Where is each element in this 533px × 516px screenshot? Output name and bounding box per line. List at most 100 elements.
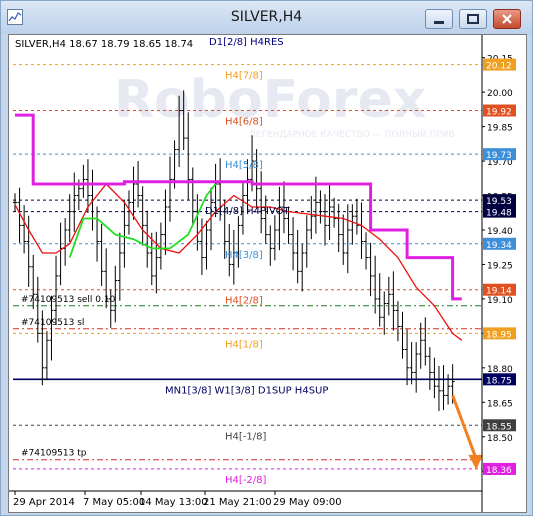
price-bar xyxy=(95,206,100,262)
price-bar xyxy=(195,194,200,251)
price-bar xyxy=(382,291,387,335)
price-bar xyxy=(44,331,49,380)
price-badge: 18.55 xyxy=(483,419,516,432)
price-bar xyxy=(359,202,364,259)
price-bar xyxy=(364,232,369,270)
price-badge-label: 18.55 xyxy=(486,422,512,432)
price-badge-label: 18.36 xyxy=(486,466,512,476)
price-bar xyxy=(163,189,168,255)
price-tick-label: 18.65 xyxy=(487,399,513,409)
price-bar xyxy=(309,195,314,240)
time-tick-label: 29 May 09:00 xyxy=(273,497,342,508)
price-bar xyxy=(67,194,72,242)
level-label: H4[7/8] xyxy=(225,71,263,82)
restore-button[interactable] xyxy=(459,9,487,29)
level-label: H4[3/8] xyxy=(225,250,263,261)
price-bar xyxy=(268,225,273,266)
time-tick-label: 7 May 05:00 xyxy=(83,497,145,508)
level-label: H4[6/8] xyxy=(225,117,263,128)
price-bar xyxy=(350,204,355,245)
price-badge: 18.95 xyxy=(483,327,516,340)
price-bar xyxy=(122,199,127,268)
price-bar xyxy=(323,194,327,246)
time-tick-label: 21 May 21:00 xyxy=(203,497,272,508)
price-badge: 19.53 xyxy=(483,194,516,207)
level-label: H4[5/8] xyxy=(225,160,263,171)
price-tick-label: 19.85 xyxy=(487,124,513,134)
price-bar xyxy=(35,276,40,343)
price-bar xyxy=(204,220,209,270)
price-chart[interactable]: RoboForex ЛЕГЕНДАРНОЕ КАЧЕСТВО — ПОЛНЫЙ П… xyxy=(8,34,527,513)
time-tick-label: 29 Apr 2014 xyxy=(13,497,75,508)
order-label: #74109513 sell 0.10 xyxy=(21,295,116,305)
price-bar xyxy=(400,311,405,359)
watermark: RoboForexЛЕГЕНДАРНОЕ КАЧЕСТВО — ПОЛНЫЙ П… xyxy=(114,70,455,140)
watermark-tagline: ЛЕГЕНДАРНОЕ КАЧЕСТВО — ПОЛНЫЙ ПРИВ xyxy=(249,128,455,140)
level-label: MN1[3/8] W1[3/8] D1SUP H4SUP xyxy=(165,385,328,396)
price-badge-label: 20.12 xyxy=(486,62,512,72)
price-bar xyxy=(304,215,309,268)
price-badge: 19.92 xyxy=(483,104,516,118)
price-badge: 19.73 xyxy=(483,148,516,161)
price-bar xyxy=(117,232,122,301)
chart-window: SILVER,H4 RoboForex ЛЕГЕНДАРНОЕ КАЧЕСТВО … xyxy=(0,0,533,516)
price-bar xyxy=(22,205,27,254)
price-bar xyxy=(277,186,282,251)
close-icon xyxy=(502,14,512,24)
price-tick-label: 18.50 xyxy=(487,434,513,444)
level-label: D1[2/8] H4RES xyxy=(209,37,284,48)
price-bar xyxy=(414,342,419,393)
price-bar xyxy=(13,193,17,212)
price-bar xyxy=(72,172,77,232)
chart-canvas[interactable]: RoboForexЛЕГЕНДАРНОЕ КАЧЕСТВО — ПОЛНЫЙ П… xyxy=(9,35,526,512)
forecast-arrow-shaft xyxy=(451,394,477,458)
price-bar xyxy=(190,167,195,227)
price-bar xyxy=(81,164,86,198)
price-bar xyxy=(354,198,359,235)
minimize-icon xyxy=(434,21,444,24)
price-bar xyxy=(300,243,305,292)
price-bar xyxy=(54,255,59,326)
level-label: H4[-2/8] xyxy=(225,475,266,486)
price-bar xyxy=(432,357,437,399)
price-bar xyxy=(386,276,391,316)
level-label: H4[-1/8] xyxy=(225,431,266,442)
price-bar xyxy=(436,365,441,412)
forecast-arrow-head xyxy=(468,454,483,470)
price-badge-label: 19.92 xyxy=(486,108,512,118)
level-label: D1[4/8] H4PIVOT xyxy=(205,206,291,217)
price-bar xyxy=(395,301,400,342)
price-bar xyxy=(63,218,68,266)
price-bar xyxy=(140,186,145,246)
price-badge: 20.12 xyxy=(483,58,516,72)
close-button[interactable] xyxy=(493,9,521,29)
price-badge-label: 18.75 xyxy=(486,376,512,386)
price-tick-label: 19.40 xyxy=(487,227,513,237)
price-bar xyxy=(341,214,346,265)
price-bar xyxy=(409,342,414,385)
level-label: H4[1/8] xyxy=(225,339,263,350)
title-bar[interactable]: SILVER,H4 xyxy=(1,1,532,34)
price-bar xyxy=(263,195,268,244)
order-label: #74109513 sl xyxy=(21,318,84,328)
price-badge-label: 19.73 xyxy=(486,151,512,161)
price-bar xyxy=(295,229,300,284)
level-label: H4[2/8] xyxy=(225,296,263,307)
minimize-button[interactable] xyxy=(425,9,453,29)
order-label: #74109513 tp xyxy=(21,449,87,459)
price-bar xyxy=(427,347,432,390)
price-bar xyxy=(418,322,423,369)
price-bar xyxy=(99,224,104,287)
time-tick-label: 14 May 13:00 xyxy=(139,497,208,508)
price-bar xyxy=(368,242,373,297)
symbol-info: SILVER,H4 18.67 18.79 18.65 18.74 xyxy=(15,39,193,50)
price-badge: 18.75 xyxy=(483,373,516,386)
price-bar xyxy=(259,171,264,234)
price-badge-label: 19.48 xyxy=(486,209,512,219)
price-badge-label: 19.34 xyxy=(486,241,512,251)
restore-icon xyxy=(467,14,479,24)
price-tick-label: 19.25 xyxy=(487,261,513,271)
price-badge-label: 18.95 xyxy=(486,330,512,340)
price-bar xyxy=(272,215,277,261)
price-bar xyxy=(154,231,159,294)
